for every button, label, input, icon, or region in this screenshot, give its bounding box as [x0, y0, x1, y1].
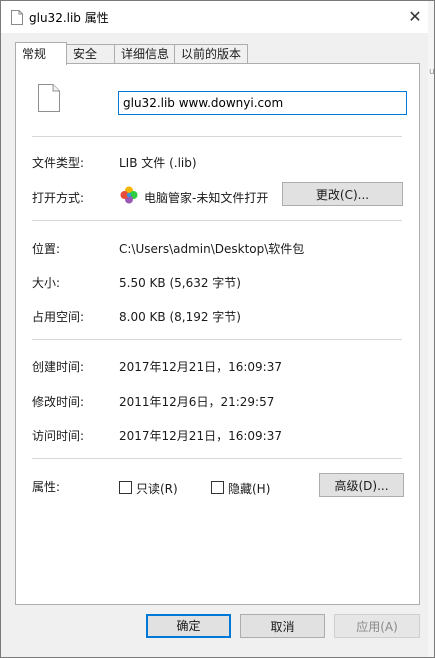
tab-details[interactable]: 详细信息 — [114, 44, 176, 64]
change-button[interactable]: 更改(C)... — [282, 182, 403, 206]
hidden-label[interactable]: 隐藏(H) — [228, 480, 270, 497]
separator — [32, 458, 402, 459]
document-icon — [11, 10, 23, 28]
location-value: C:\Users\admin\Desktop\软件包 — [119, 242, 305, 256]
close-button[interactable]: ✕ — [402, 5, 428, 29]
size-value: 5.50 KB (5,632 字节) — [119, 276, 241, 290]
separator — [32, 220, 402, 221]
separator — [32, 136, 402, 137]
size-on-disk-label: 占用空间: — [32, 310, 85, 324]
opens-with-value: 电脑管家-未知文件打开 — [144, 191, 269, 205]
location-label: 位置: — [32, 242, 61, 256]
tab-previous-versions[interactable]: 以前的版本 — [174, 44, 248, 64]
pc-manager-icon — [120, 186, 138, 207]
hidden-checkbox[interactable] — [211, 481, 224, 494]
modified-label: 修改时间: — [32, 395, 85, 409]
file-type-label: 文件类型: — [32, 156, 85, 170]
cancel-button[interactable]: 取消 — [240, 614, 325, 638]
readonly-label[interactable]: 只读(R) — [136, 480, 178, 497]
tab-general[interactable]: 常规 — [15, 42, 67, 65]
accessed-label: 访问时间: — [32, 429, 85, 443]
readonly-checkbox[interactable] — [119, 481, 132, 494]
created-label: 创建时间: — [32, 360, 85, 374]
window-title: glu32.lib 属性 — [29, 11, 109, 25]
background-window-text: ug — [429, 67, 435, 77]
attributes-label: 属性: — [32, 480, 61, 494]
accessed-value: 2017年12月21日，16:09:37 — [119, 429, 282, 443]
file-type-value: LIB 文件 (.lib) — [119, 156, 197, 170]
tab-security[interactable]: 安全 — [66, 44, 116, 64]
modified-value: 2011年12月6日，21:29:57 — [119, 395, 275, 409]
apply-button[interactable]: 应用(A) — [334, 614, 420, 638]
properties-window: glu32.lib 属性 ✕ ug 常规 安全 详细信息 以前的版本 文件类型:… — [0, 0, 435, 658]
ok-button[interactable]: 确定 — [146, 614, 231, 638]
created-value: 2017年12月21日，16:09:37 — [119, 360, 282, 374]
title-bar[interactable]: glu32.lib 属性 ✕ — [1, 1, 434, 33]
file-name-input[interactable] — [118, 91, 407, 115]
advanced-button[interactable]: 高级(D)... — [319, 473, 404, 497]
close-icon: ✕ — [408, 7, 422, 26]
separator — [32, 339, 402, 340]
general-panel: 文件类型: LIB 文件 (.lib) 打开方式: 电脑管家-未知文件打开 更改… — [15, 63, 420, 605]
size-label: 大小: — [32, 276, 61, 290]
file-icon — [38, 84, 60, 115]
background-window-edge — [428, 1, 434, 657]
size-on-disk-value: 8.00 KB (8,192 字节) — [119, 310, 241, 324]
opens-with-label: 打开方式: — [32, 191, 85, 205]
